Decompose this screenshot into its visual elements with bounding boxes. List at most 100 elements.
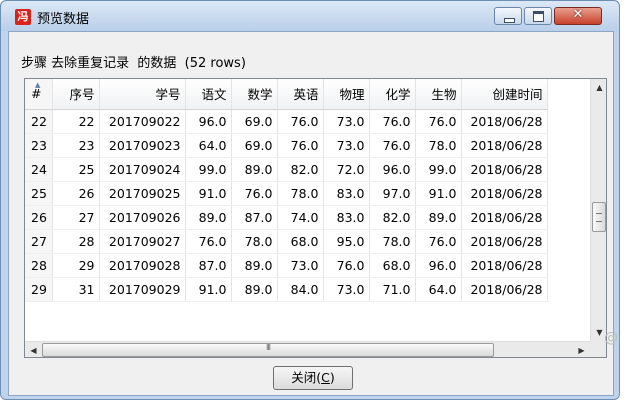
row-number-cell[interactable]: 22	[25, 109, 53, 134]
table-cell[interactable]: 2018/06/28	[461, 109, 548, 134]
table-cell[interactable]: 31	[52, 277, 100, 302]
table-cell[interactable]: 89.0	[231, 277, 278, 302]
table-cell[interactable]: 2018/06/28	[461, 205, 548, 230]
table-cell[interactable]: 91.0	[415, 181, 462, 206]
row-number-cell[interactable]: 23	[25, 133, 53, 158]
row-number-cell[interactable]: 25	[25, 181, 53, 206]
table-cell[interactable]: 76.0	[185, 229, 232, 254]
table-cell[interactable]: 201709023	[99, 133, 186, 158]
table-cell[interactable]: 73.0	[323, 133, 370, 158]
table-cell[interactable]: 78.0	[277, 181, 324, 206]
table-cell[interactable]: 89.0	[231, 157, 278, 182]
table-cell[interactable]: 87.0	[185, 253, 232, 278]
horizontal-scrollbar[interactable]: ◀ ▶	[25, 341, 590, 357]
table-cell[interactable]: 2018/06/28	[461, 253, 548, 278]
table-cell[interactable]: 201709025	[99, 181, 186, 206]
scroll-up-arrow-icon[interactable]: ▲	[591, 79, 606, 96]
table-cell[interactable]: 87.0	[231, 205, 278, 230]
table-cell[interactable]: 29	[52, 253, 100, 278]
table-row[interactable]: 25 26 201709025 91.0 76.0 78.0 83.0 97.0 91.0 201…	[25, 181, 548, 206]
row-number-cell[interactable]: 28	[25, 253, 53, 278]
table-row[interactable]: 23 23 201709023 64.0 69.0 76.0 73.0 76.0 78.0 201…	[25, 133, 548, 158]
table-cell[interactable]: 89.0	[415, 205, 462, 230]
table-cell[interactable]: 96.0	[185, 109, 232, 134]
vertical-scrollbar[interactable]: ▲ ▼	[590, 79, 606, 341]
column-header[interactable]: 学号	[99, 79, 186, 110]
table-cell[interactable]: 73.0	[277, 253, 324, 278]
table-row[interactable]: 26 27 201709026 89.0 87.0 74.0 83.0 82.0 89.0 201…	[25, 205, 548, 230]
table-cell[interactable]: 91.0	[185, 277, 232, 302]
table-cell[interactable]: 83.0	[323, 181, 370, 206]
table-row[interactable]: 29 31 201709029 91.0 89.0 84.0 73.0 71.0 64.0 201…	[25, 277, 548, 302]
table-cell[interactable]: 23	[52, 133, 100, 158]
table-cell[interactable]: 64.0	[185, 133, 232, 158]
table-cell[interactable]: 73.0	[323, 277, 370, 302]
title-bar[interactable]: 冯 预览数据 ✕	[1, 1, 619, 31]
table-row[interactable]: 28 29 201709028 87.0 89.0 73.0 76.0 68.0 96.0 201…	[25, 253, 548, 278]
table-cell[interactable]: 76.0	[231, 181, 278, 206]
table-cell[interactable]: 2018/06/28	[461, 229, 548, 254]
table-cell[interactable]: 73.0	[323, 109, 370, 134]
table-cell[interactable]: 2018/06/28	[461, 277, 548, 302]
table-cell[interactable]: 2018/06/28	[461, 181, 548, 206]
table-cell[interactable]: 68.0	[369, 253, 416, 278]
table-cell[interactable]: 76.0	[369, 109, 416, 134]
minimize-button[interactable]	[494, 7, 522, 25]
table-cell[interactable]: 64.0	[415, 277, 462, 302]
table-cell[interactable]: 76.0	[323, 253, 370, 278]
vertical-scroll-thumb[interactable]	[592, 202, 606, 232]
column-header[interactable]: 创建时间	[461, 79, 548, 110]
table-cell[interactable]: 68.0	[277, 229, 324, 254]
close-button[interactable]: 关闭(C)	[273, 366, 353, 390]
row-number-cell[interactable]: 29	[25, 277, 53, 302]
column-header[interactable]: 语文	[185, 79, 232, 110]
table-cell[interactable]: 96.0	[369, 157, 416, 182]
table-cell[interactable]: 72.0	[323, 157, 370, 182]
table-cell[interactable]: 78.0	[415, 133, 462, 158]
table-cell[interactable]: 26	[52, 181, 100, 206]
table-cell[interactable]: 201709027	[99, 229, 186, 254]
table-cell[interactable]: 76.0	[277, 133, 324, 158]
table-cell[interactable]: 201709029	[99, 277, 186, 302]
column-header[interactable]: 化学	[369, 79, 416, 110]
table-cell[interactable]: 96.0	[415, 253, 462, 278]
row-number-cell[interactable]: 26	[25, 205, 53, 230]
table-cell[interactable]: 78.0	[369, 229, 416, 254]
table-cell[interactable]: 201709026	[99, 205, 186, 230]
table-cell[interactable]: 74.0	[277, 205, 324, 230]
table-cell[interactable]: 201709022	[99, 109, 186, 134]
table-cell[interactable]: 95.0	[323, 229, 370, 254]
column-header[interactable]: 物理	[323, 79, 370, 110]
table-cell[interactable]: 78.0	[231, 229, 278, 254]
table-row[interactable]: 27 28 201709027 76.0 78.0 68.0 95.0 78.0 76.0 201…	[25, 229, 548, 254]
table-cell[interactable]: 91.0	[185, 181, 232, 206]
table-cell[interactable]: 99.0	[185, 157, 232, 182]
table-cell[interactable]: 82.0	[369, 205, 416, 230]
table-cell[interactable]: 25	[52, 157, 100, 182]
table-cell[interactable]: 76.0	[369, 133, 416, 158]
maximize-button[interactable]	[524, 7, 552, 25]
table-cell[interactable]: 99.0	[415, 157, 462, 182]
table-cell[interactable]: 97.0	[369, 181, 416, 206]
column-header[interactable]: ▲ #	[25, 79, 53, 110]
horizontal-scroll-thumb[interactable]	[42, 343, 494, 357]
table-cell[interactable]: 71.0	[369, 277, 416, 302]
column-header[interactable]: 生物	[415, 79, 462, 110]
table-cell[interactable]: 89.0	[231, 253, 278, 278]
row-number-cell[interactable]: 27	[25, 229, 53, 254]
table-cell[interactable]: 84.0	[277, 277, 324, 302]
table-cell[interactable]: 2018/06/28	[461, 133, 548, 158]
scroll-left-arrow-icon[interactable]: ◀	[25, 342, 42, 357]
column-header[interactable]: 英语	[277, 79, 324, 110]
table-cell[interactable]: 201709024	[99, 157, 186, 182]
data-grid[interactable]: ▲ # 序号 学号 语文 数学 英语 物理 化学 生物 创建时间 22 22 201709022 96.0…	[24, 78, 607, 358]
table-cell[interactable]: 82.0	[277, 157, 324, 182]
table-cell[interactable]: 83.0	[323, 205, 370, 230]
table-cell[interactable]: 28	[52, 229, 100, 254]
table-cell[interactable]: 27	[52, 205, 100, 230]
table-cell[interactable]: 76.0	[277, 109, 324, 134]
table-cell[interactable]: 89.0	[185, 205, 232, 230]
table-cell[interactable]: 76.0	[415, 229, 462, 254]
scroll-right-arrow-icon[interactable]: ▶	[573, 342, 590, 357]
table-cell[interactable]: 69.0	[231, 133, 278, 158]
